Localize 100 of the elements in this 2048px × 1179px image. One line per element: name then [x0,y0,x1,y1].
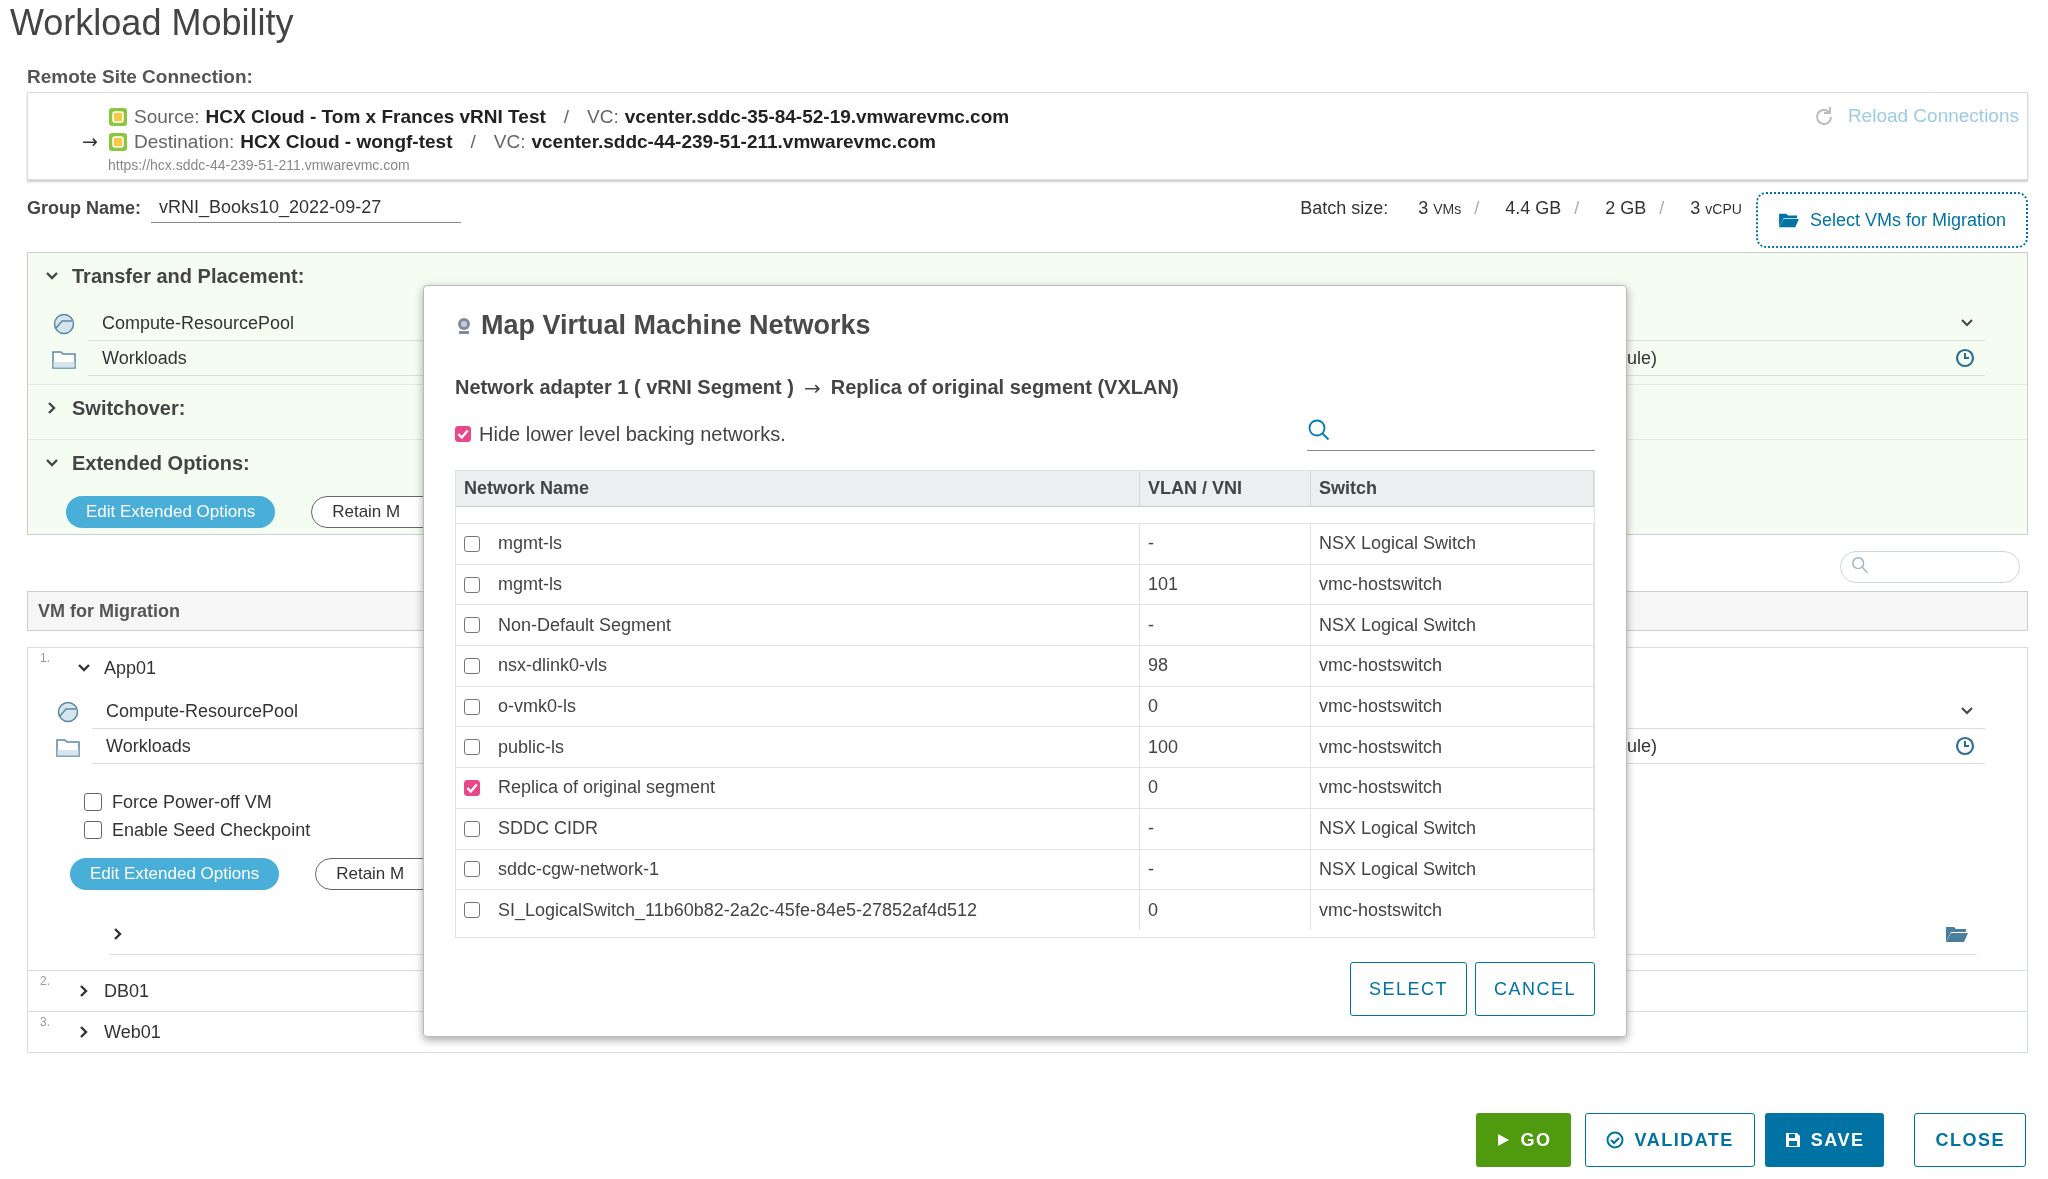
row-label: Compute-ResourcePool [102,312,295,334]
resource-pool-icon [52,312,76,335]
row-value: ule) [1627,735,1657,757]
search-field[interactable] [1307,417,1595,451]
search-icon [1851,556,1869,574]
vlan-value: - [1148,533,1154,555]
switch-name: vmc-hostswitch [1319,899,1443,921]
select-vms-button[interactable]: Select VMs for Migration [1755,192,2028,248]
network-name: public-ls [498,736,565,758]
vm-name[interactable]: Web01 [104,1021,161,1043]
save-icon [1784,1132,1801,1148]
footer-button[interactable]: VALIDATE [1585,1113,1755,1167]
switch-name: NSX Logical Switch [1319,818,1477,840]
vlan-value: 0 [1148,777,1158,799]
clock-icon[interactable] [1955,348,1975,368]
network-name: nsx-dlink0-vls [498,655,608,677]
batch-value: 2 GB [1605,197,1647,219]
batch-unit: vCPU [1705,200,1742,217]
folder-icon[interactable] [1945,924,1969,944]
network-icon [455,315,473,336]
vm-name[interactable]: DB01 [104,980,150,1002]
switch-name: vmc-hostswitch [1319,696,1443,718]
site-icon [108,106,128,127]
checkbox[interactable] [464,820,480,837]
vcenter-name: vcenter.sddc-35-84-52-19.vmwarevmc.com [624,105,1010,129]
folder-icon [56,736,80,757]
network-name: SI_LogicalSwitch_11b60b82-2a2c-45fe-84e5-27852af4d512 [498,899,978,921]
dialog-button[interactable]: SELECT [1349,962,1467,1016]
vlan-value: 0 [1148,696,1158,718]
checkbox[interactable] [464,739,480,756]
separator: / [1474,197,1480,219]
vlan-value: 98 [1148,655,1169,677]
row-number: 1. [40,651,50,665]
check-circle-icon [1606,1131,1625,1149]
vc-label: VC: [493,130,526,154]
vlan-value: - [1148,818,1154,840]
search-icon [1307,417,1331,442]
site-name: HCX Cloud - Tom x Frances vRNI Test [205,105,546,129]
section-heading: Remote Site Connection: [27,66,253,88]
play-icon [1496,1133,1511,1147]
dialog-button[interactable]: CANCEL [1474,962,1595,1016]
checkbox[interactable] [464,657,480,674]
checkbox[interactable] [464,617,480,634]
switch-name: vmc-hostswitch [1319,736,1443,758]
column-header: Switch [1311,471,1594,506]
target-network: Replica of original segment (VXLAN) [830,376,1179,400]
checkbox[interactable] [464,698,480,715]
vm-name[interactable]: App01 [104,657,157,679]
connection-label: Destination: [134,130,235,154]
connection-label: Source: [134,105,200,129]
dialog-title: Map Virtual Machine Networks [481,310,871,341]
batch-value: 3 [1418,197,1429,219]
batch-unit: VMs [1433,200,1462,217]
batch-size-label: Batch size: [1300,197,1389,219]
checkbox[interactable] [84,793,102,811]
separator: / [470,130,476,154]
footer-button[interactable]: SAVE [1764,1113,1885,1167]
row-label: Workloads [102,347,187,369]
separator: / [1659,197,1665,219]
checkbox[interactable] [464,861,480,878]
vlan-value: 100 [1148,736,1179,758]
network-name: Replica of original segment [498,777,716,799]
checkbox[interactable] [84,821,102,839]
column-header: Network Name [456,471,1140,506]
page-title: Workload Mobility [10,1,294,45]
resource-pool-icon [56,700,80,723]
checkbox-label: Enable Seed Checkpoint [112,819,311,841]
section-title[interactable]: Transfer and Placement: [72,264,305,288]
row-number: 2. [40,974,50,988]
group-name-field[interactable]: vRNI_Books10_2022-09-27 [151,193,461,223]
checkbox[interactable] [464,779,480,796]
site-name: HCX Cloud - wongf-test [240,130,453,154]
checkbox[interactable] [464,576,480,593]
section-title[interactable]: Extended Options: [72,451,250,475]
checkbox-label: Force Power-off VM [112,791,272,813]
row-label: Workloads [106,735,191,757]
vcenter-name: vcenter.sddc-44-239-51-211.vmwarevmc.com [531,130,936,154]
site-url: https://hcx.sddc-44-239-51-211.vmwarevmc.com [108,157,411,173]
vlan-value: - [1148,858,1154,880]
separator: / [1574,197,1580,219]
switch-name: vmc-hostswitch [1319,777,1443,799]
arrow-glyph: → [803,376,821,400]
folder-icon [1777,211,1800,229]
arrow-glyph: → [82,129,98,154]
adapter-name: Network adapter 1 ( vRNI Segment ) [455,376,794,400]
group-name-label: Group Name: [27,197,141,219]
row-label: Compute-ResourcePool [106,700,299,722]
checkbox[interactable] [455,426,471,442]
separator: / [563,105,570,129]
clock-icon[interactable] [1955,736,1975,756]
footer-button[interactable]: CLOSE [1914,1113,2026,1167]
column-header: VLAN / VNI [1140,471,1311,506]
section-title[interactable]: Switchover: [72,396,186,420]
network-name: mgmt-ls [498,533,562,555]
footer-button[interactable]: GO [1476,1113,1572,1167]
network-name: o-vmk0-ls [498,696,576,718]
switch-name: NSX Logical Switch [1319,858,1477,880]
checkbox[interactable] [464,902,480,919]
checkbox[interactable] [464,535,480,552]
batch-value: 4.4 GB [1505,197,1562,219]
